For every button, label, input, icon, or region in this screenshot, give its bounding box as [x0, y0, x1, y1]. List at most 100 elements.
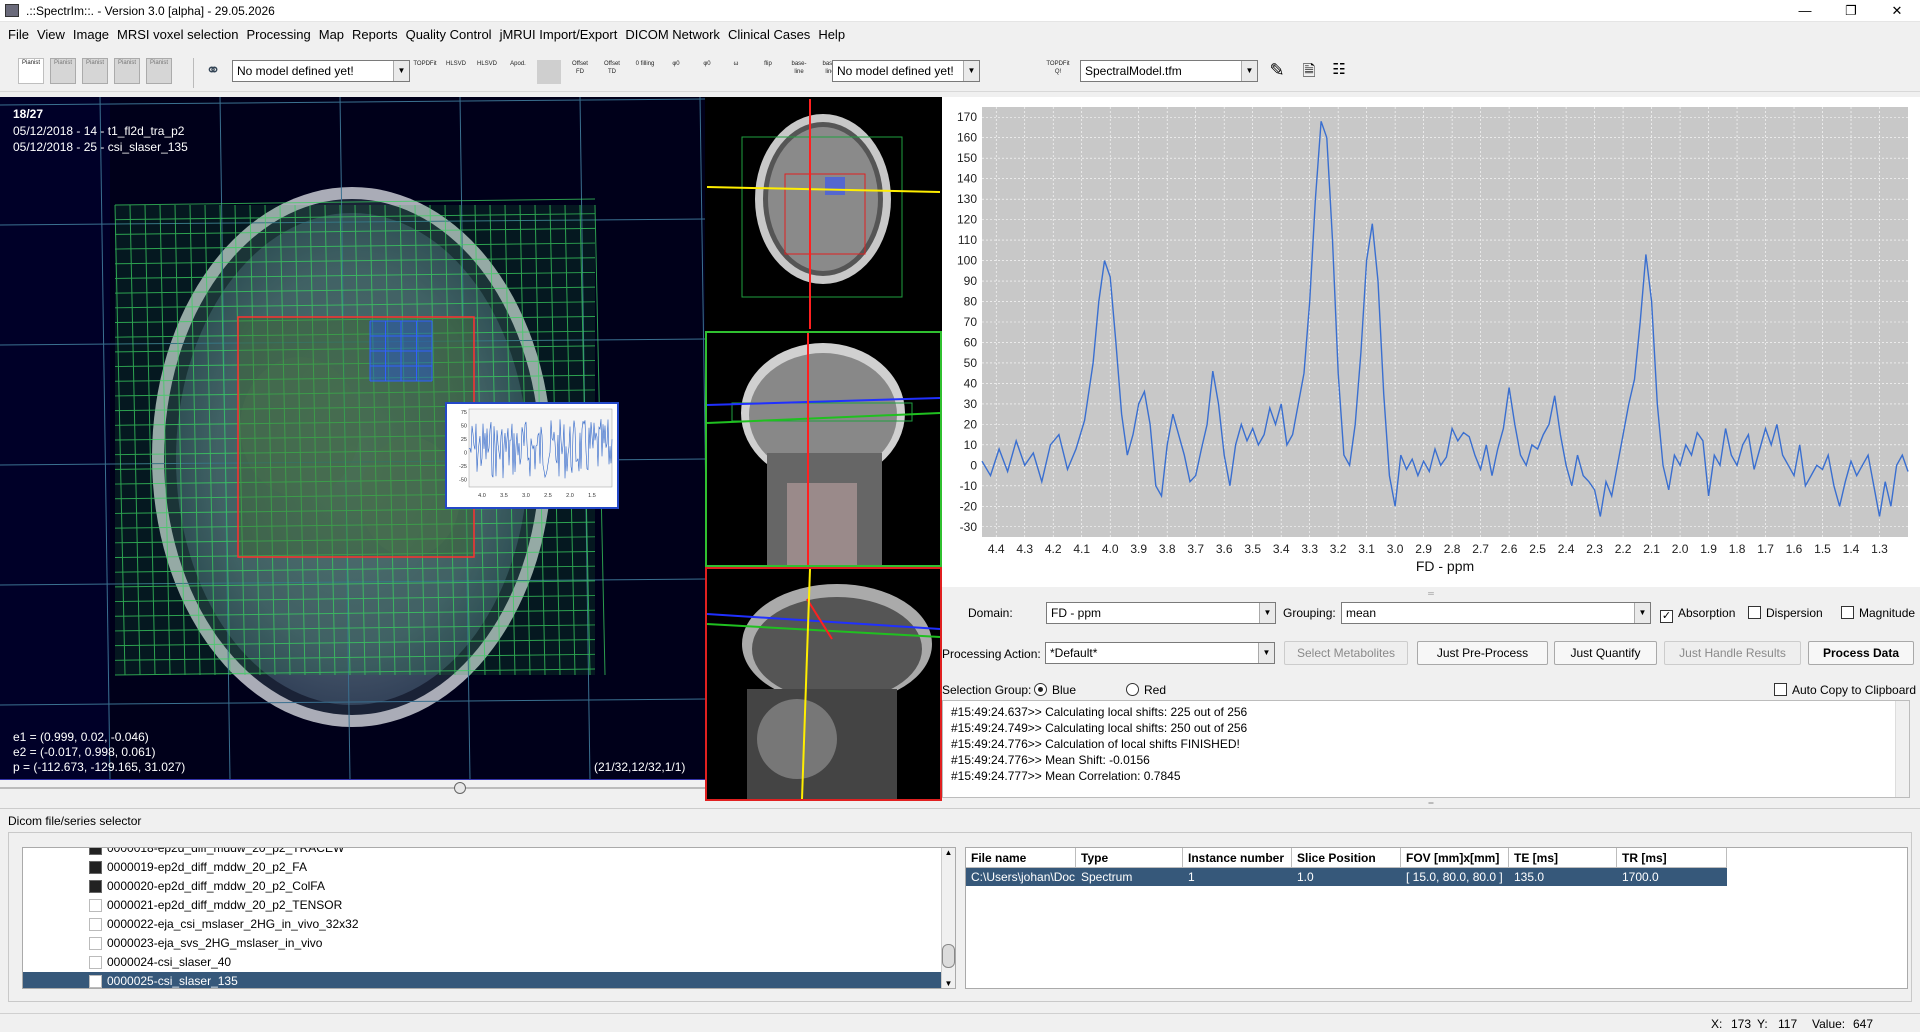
menu-jmrui-import-export[interactable]: jMRUI Import/Export [496, 22, 622, 48]
toolbar-tool-4[interactable]: Apod. [506, 60, 530, 84]
red-radio[interactable]: Red [1126, 683, 1166, 697]
menu-clinical-cases[interactable]: Clinical Cases [724, 22, 814, 48]
slice-slider[interactable] [0, 781, 705, 795]
log-scrollbar[interactable] [1895, 701, 1909, 797]
log-console[interactable]: #15:49:24.637>> Calculating local shifts… [942, 700, 1910, 798]
menu-image[interactable]: Image [69, 22, 113, 48]
toolbar-tool-11[interactable]: ω [724, 60, 748, 84]
maximize-button[interactable]: ❐ [1828, 0, 1874, 22]
toolbar-tool-7[interactable]: Offset TD [600, 60, 624, 84]
topdfit-q-button[interactable]: TOPDFit Q! [1046, 60, 1070, 84]
menu-map[interactable]: Map [315, 22, 348, 48]
voxel-spectrum-inset[interactable]: 75 50 25 0 -25 -50 4.0 3.5 3.0 2.5 2.0 1.5 [445, 402, 619, 509]
toolbar-tool-13[interactable]: base-line [787, 60, 811, 84]
select-metabolites-button[interactable]: Select Metabolites [1284, 641, 1408, 665]
processing-action-select[interactable]: *Default* ▼ [1045, 642, 1275, 664]
chevron-down-icon: ▼ [1258, 643, 1274, 663]
scroll-thumb[interactable] [942, 944, 955, 968]
toolbar-tool-3[interactable]: HLSVD [475, 60, 499, 84]
toolbar-tool-2[interactable]: HLSVD [444, 60, 468, 84]
column-header[interactable]: Type [1076, 848, 1183, 868]
toolbar-button-5[interactable]: Pianist [146, 58, 172, 84]
menu-quality-control[interactable]: Quality Control [402, 22, 496, 48]
toolbar-tool-10[interactable]: φ0 [695, 60, 719, 84]
splitter-handle[interactable]: ═ [942, 589, 1920, 598]
column-header[interactable]: Slice Position [mm] [1292, 848, 1401, 885]
inset-x-tick: 4.0 [478, 493, 486, 499]
grouping-select[interactable]: mean ▼ [1341, 602, 1651, 624]
auto-copy-checkbox[interactable]: Auto Copy to Clipboard [1774, 683, 1916, 697]
menu-mrsi-voxel-selection[interactable]: MRSI voxel selection [113, 22, 242, 48]
menu-processing[interactable]: Processing [242, 22, 314, 48]
series-tree-item[interactable]: 0000021-ep2d_diff_mddw_20_p2_TENSOR [23, 896, 941, 915]
model-combo-2[interactable]: No model defined yet! ▼ [832, 60, 980, 82]
absorption-checkbox[interactable]: ✓ Absorption [1660, 606, 1735, 623]
column-header[interactable]: TR [ms] [1617, 848, 1727, 868]
table-cell[interactable]: 1 [1183, 868, 1292, 886]
file-table[interactable]: File name Type Instance number Slice Positi… [965, 847, 1908, 989]
toolbar-button-4[interactable]: Pianist [114, 58, 140, 84]
model-file-combo[interactable]: SpectralModel.tfm ▼ [1080, 60, 1258, 82]
just-quantify-button[interactable]: Just Quantify [1554, 641, 1657, 665]
menu-file[interactable]: File [4, 22, 33, 48]
toolbar-button-3[interactable]: Pianist [82, 58, 108, 84]
table-cell[interactable]: 1.0 [1292, 868, 1401, 886]
series-tree-item[interactable]: 0000018-ep2d_diff_mddw_20_p2_TRACEW [23, 848, 941, 858]
menu-help[interactable]: Help [814, 22, 849, 48]
toolbar-tool-1[interactable]: TOPDFit [413, 60, 437, 84]
link-icon[interactable]: ⚭ [201, 60, 225, 82]
process-data-button[interactable]: Process Data [1808, 641, 1914, 665]
coronal-thumbnail[interactable] [705, 331, 942, 567]
checklist-icon[interactable]: ☷ [1328, 60, 1350, 82]
column-header[interactable]: File name [966, 848, 1076, 868]
status-bar: X: 173 Y: 117 Value: 647 [0, 1013, 1920, 1032]
scroll-up-icon[interactable]: ▲ [942, 848, 955, 857]
blue-radio[interactable]: Blue [1034, 683, 1076, 697]
axial-thumbnail[interactable] [705, 97, 942, 331]
table-cell[interactable]: 135.0 [1509, 868, 1617, 886]
toolbar-tool-9[interactable]: φ0 [664, 60, 688, 84]
domain-select[interactable]: FD - ppm ▼ [1046, 602, 1276, 624]
close-button[interactable]: ✕ [1874, 0, 1920, 22]
series-tree[interactable]: 0000018-ep2d_diff_mddw_20_p2_TRACEW 00000… [22, 847, 956, 989]
pianist-button[interactable]: Pianist [18, 58, 44, 84]
spectrum-chart-panel[interactable]: 170 160 150 140 130 120 110 100 90 80 70 60 50 40 30 20… [942, 97, 1920, 587]
x-tick-label: 2.8 [1444, 542, 1461, 556]
column-header[interactable]: TE [ms] [1509, 848, 1617, 868]
tree-scrollbar[interactable]: ▲ ▼ [941, 848, 955, 988]
series-tree-item[interactable]: 0000019-ep2d_diff_mddw_20_p2_FA [23, 858, 941, 877]
series-tree-item[interactable]: 0000023-eja_svs_2HG_mslaser_in_vivo [23, 934, 941, 953]
toolbar-button-2[interactable]: Pianist [50, 58, 76, 84]
table-cell[interactable]: [ 15.0, 80.0, 80.0 ] [1401, 868, 1509, 886]
series-tree-item[interactable]: 0000020-ep2d_diff_mddw_20_p2_ColFA [23, 877, 941, 896]
slider-thumb[interactable] [454, 782, 466, 794]
menu-view[interactable]: View [33, 22, 69, 48]
splitter-handle-2[interactable]: ═ [942, 800, 1920, 807]
inset-y-tick: 25 [461, 437, 467, 443]
just-handle-results-button[interactable]: Just Handle Results [1664, 641, 1801, 665]
column-header[interactable]: Instance number [1183, 848, 1292, 868]
menu-reports[interactable]: Reports [348, 22, 402, 48]
scroll-down-icon[interactable]: ▼ [942, 979, 955, 988]
series-tree-item[interactable]: 0000024-csi_slaser_40 [23, 953, 941, 972]
mri-main-view[interactable]: 18/27 05/12/2018 - 14 - t1_fl2d_tra_p2 0… [0, 97, 705, 780]
minimize-button[interactable]: — [1782, 0, 1828, 22]
model-combo-1[interactable]: No model defined yet! ▼ [232, 60, 410, 82]
magnitude-checkbox[interactable]: Magnitude [1841, 606, 1915, 620]
column-header[interactable]: FOV [mm]x[mm] [1401, 848, 1509, 868]
document-icon[interactable]: 🗎 [1298, 60, 1320, 82]
series-tree-item[interactable]: 0000022-eja_csi_mslaser_2HG_in_vivo_32x3… [23, 915, 941, 934]
table-cell[interactable]: Spectrum [1076, 868, 1183, 886]
just-preprocess-button[interactable]: Just Pre-Process [1417, 641, 1548, 665]
menu-dicom-network[interactable]: DICOM Network [621, 22, 724, 48]
series-tree-item[interactable]: 0000025-csi_slaser_135 [23, 972, 941, 988]
toolbar-tool-8[interactable]: 0 filling [633, 60, 657, 84]
toolbar-tool-6[interactable]: Offset FD [568, 60, 592, 84]
table-cell[interactable]: 1700.0 [1617, 868, 1727, 886]
dispersion-checkbox[interactable]: Dispersion [1748, 606, 1823, 620]
edit-icon[interactable]: ✎ [1266, 60, 1288, 82]
sagittal-thumbnail[interactable] [705, 567, 942, 801]
toolbar-tool-5[interactable] [537, 60, 561, 84]
table-cell[interactable]: C:\Users\johan\Doc... [966, 868, 1076, 886]
toolbar-tool-12[interactable]: flip [756, 60, 780, 84]
